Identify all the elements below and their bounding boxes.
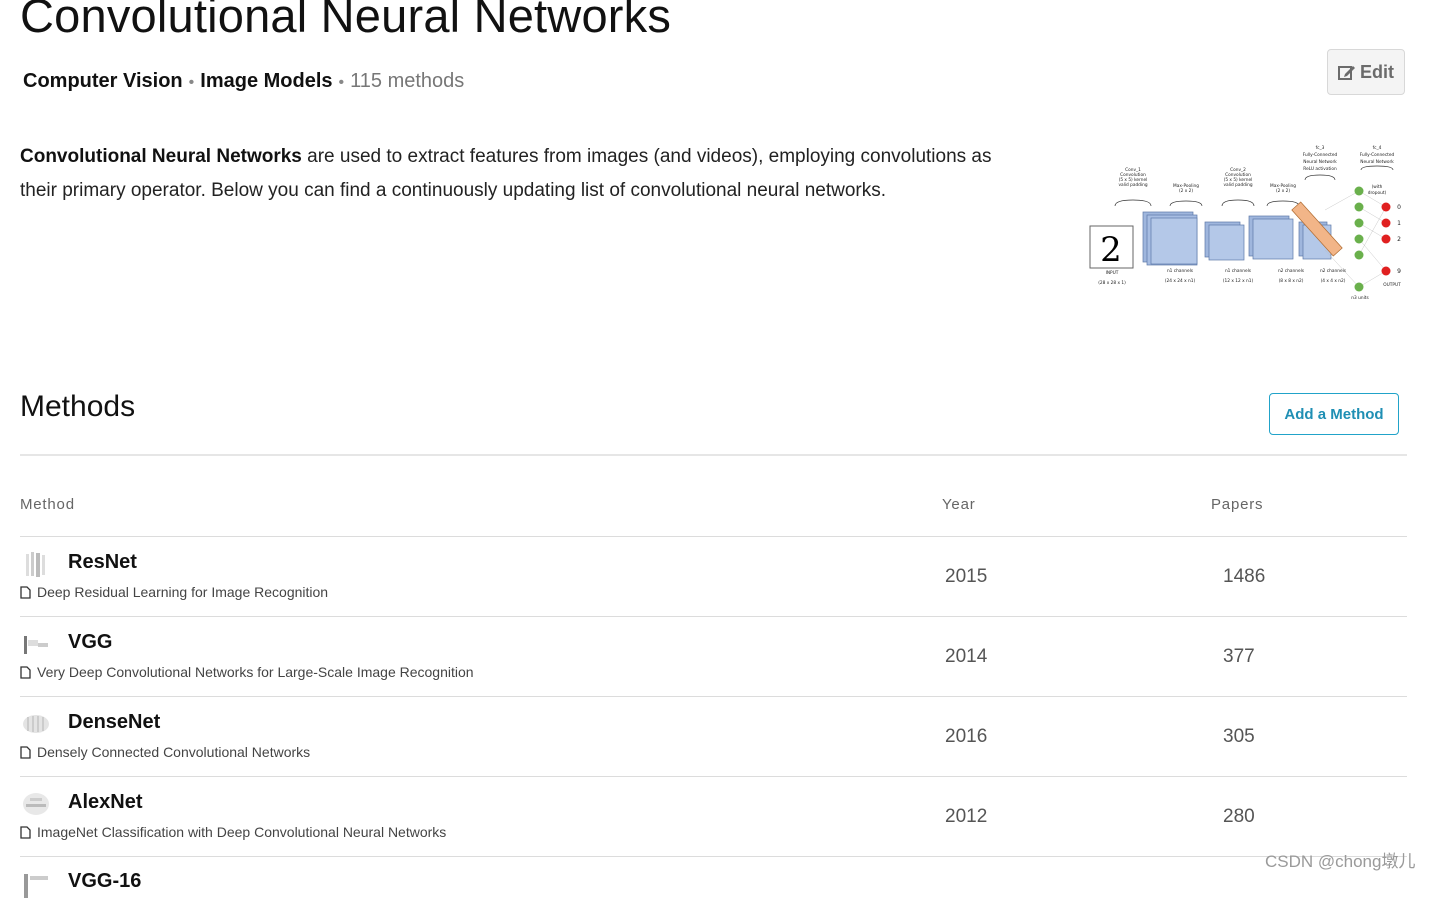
paper-title: Deep Residual Learning for Image Recogni…: [37, 584, 329, 600]
diagram-label: (2 x 2): [1179, 188, 1193, 194]
method-thumbnail: [22, 630, 50, 658]
diagram-label: n1 channels: [1167, 268, 1194, 274]
papers-cell: 305: [1223, 726, 1255, 747]
diagram-label: 9: [1397, 268, 1401, 275]
column-header-method[interactable]: Method: [20, 496, 75, 513]
document-icon: [20, 585, 31, 599]
year-cell: 2012: [945, 806, 988, 827]
table-header: Method Year Papers: [20, 496, 1407, 536]
year-cell: 2014: [945, 646, 988, 667]
paper-link[interactable]: Densely Connected Convolutional Networks: [20, 744, 310, 760]
diagram-label: INPUT: [1106, 270, 1119, 276]
document-icon: [20, 745, 31, 759]
diagram-label: n3 units: [1351, 295, 1369, 301]
diagram-label: (24 x 24 x n1): [1165, 278, 1196, 284]
method-name[interactable]: VGG: [68, 631, 112, 654]
feature-map-stack: [1248, 215, 1294, 260]
column-header-year[interactable]: Year: [942, 496, 976, 513]
diagram-label: (4 x 4 x n2): [1321, 278, 1346, 284]
document-icon: [20, 825, 31, 839]
diagram-label: fc_4: [1373, 145, 1382, 151]
method-thumbnail: [24, 874, 48, 898]
diagram-label: Fully-Connected: [1303, 152, 1338, 158]
diagram-label: (2 x 2): [1276, 188, 1290, 194]
methods-heading: Methods: [20, 390, 136, 423]
breadcrumb-image-models[interactable]: Image Models: [200, 70, 332, 92]
table-row[interactable]: ResNet Deep Residual Learning for Image …: [20, 536, 1407, 616]
paper-title: ImageNet Classification with Deep Convol…: [37, 824, 447, 840]
diagram-label: Neural Network: [1360, 159, 1394, 165]
papers-cell: 280: [1223, 806, 1255, 827]
method-name[interactable]: ResNet: [68, 551, 137, 574]
paper-link[interactable]: Very Deep Convolutional Networks for Lar…: [20, 664, 474, 680]
edit-button[interactable]: Edit: [1327, 49, 1405, 95]
paper-title: Densely Connected Convolutional Networks: [37, 744, 311, 760]
column-header-papers[interactable]: Papers: [1211, 496, 1263, 513]
page-title: Convolutional Neural Networks: [20, 0, 672, 42]
diagram-label: (28 x 28 x 1): [1098, 280, 1126, 286]
year-cell: 2016: [945, 726, 988, 747]
document-icon: [20, 665, 31, 679]
diagram-label: (8 x 8 x n2): [1279, 278, 1304, 284]
methods-table: ResNet Deep Residual Learning for Image …: [20, 536, 1407, 857]
diagram-label: 0: [1397, 204, 1401, 211]
description-bold: Convolutional Neural Networks: [20, 146, 302, 167]
diagram-label: n2 channels: [1278, 268, 1305, 274]
method-name[interactable]: VGG-16: [68, 870, 141, 893]
diagram-label: ReLU activation: [1303, 166, 1337, 172]
diagram-label: valid padding: [1223, 182, 1252, 188]
diagram-label: n2 channels: [1320, 268, 1347, 274]
table-row[interactable]: DenseNet Densely Connected Convolutional…: [20, 696, 1407, 776]
table-row[interactable]: VGG Very Deep Convolutional Networks for…: [20, 616, 1407, 696]
papers-cell: 1486: [1223, 566, 1266, 587]
output-units: [1381, 202, 1391, 276]
year-cell: 2015: [945, 566, 988, 587]
paper-link[interactable]: Deep Residual Learning for Image Recogni…: [20, 584, 328, 600]
diagram-label: Fully-Connected: [1360, 152, 1395, 158]
diagram-label: valid padding: [1118, 182, 1147, 188]
input-digit-icon: 2: [1100, 230, 1122, 270]
method-thumbnail: [22, 710, 50, 738]
hidden-units: [1354, 186, 1364, 292]
method-count: 115 methods: [350, 70, 465, 92]
diagram-label: Neural Network: [1303, 159, 1337, 165]
feature-map-stack: [1142, 211, 1198, 266]
cnn-architecture-diagram: Conv_1 Convolution (5 x 5) kernel valid …: [1089, 145, 1401, 301]
diagram-label: 1: [1397, 220, 1401, 227]
method-name[interactable]: AlexNet: [68, 791, 142, 814]
diagram-label: 2: [1397, 236, 1401, 243]
watermark: CSDN @chong墩儿: [1265, 852, 1416, 871]
feature-map-stack: [1204, 221, 1245, 261]
diagram-label: (with: [1372, 184, 1383, 190]
diagram-label: OUTPUT: [1383, 282, 1401, 288]
method-name[interactable]: DenseNet: [68, 711, 160, 734]
method-thumbnail: [22, 790, 50, 818]
table-row[interactable]: VGG-16: [20, 858, 1407, 898]
add-method-button[interactable]: Add a Method: [1269, 393, 1399, 435]
papers-cell: 377: [1223, 646, 1255, 667]
breadcrumb-computer-vision[interactable]: Computer Vision: [23, 70, 183, 92]
paper-link[interactable]: ImageNet Classification with Deep Convol…: [20, 824, 446, 840]
breadcrumb-separator: •: [338, 74, 345, 91]
breadcrumb-separator: •: [188, 74, 195, 91]
diagram-label: dropout): [1368, 190, 1387, 196]
diagram-label: fc_3: [1316, 145, 1325, 151]
divider: [20, 454, 1407, 456]
breadcrumb: Computer Vision • Image Models • 115 methods: [23, 70, 464, 93]
description: Convolutional Neural Networks are used t…: [20, 140, 1030, 208]
diagram-label: (12 x 12 x n1): [1223, 278, 1254, 284]
diagram-label: n1 channels: [1225, 268, 1252, 274]
table-row[interactable]: AlexNet ImageNet Classification with Dee…: [20, 776, 1407, 857]
paper-title: Very Deep Convolutional Networks for Lar…: [37, 664, 474, 680]
edit-icon: [1338, 66, 1355, 80]
method-thumbnail: [22, 550, 50, 578]
edit-label: Edit: [1360, 61, 1394, 82]
